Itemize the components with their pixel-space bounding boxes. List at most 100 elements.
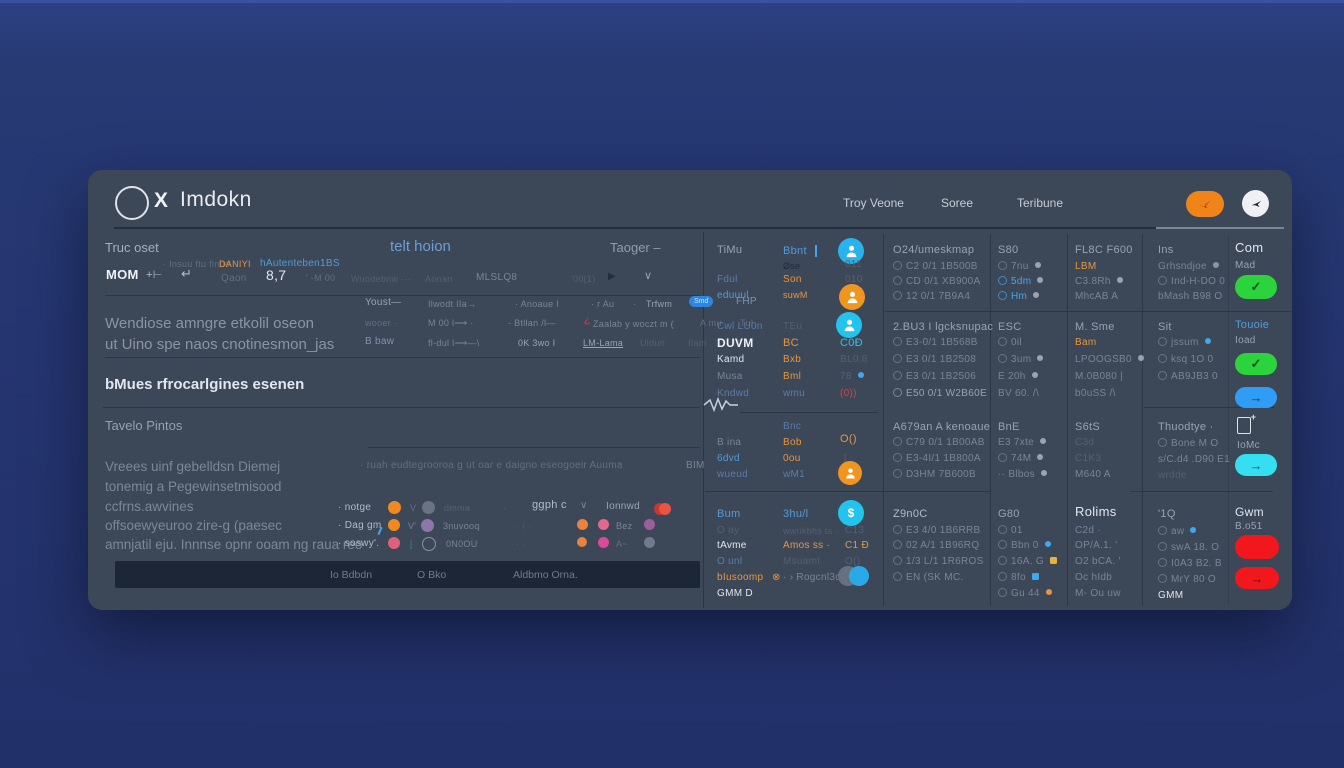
cell-text: 3hu/l (783, 508, 808, 520)
cell-text: AB9JB3 0 (1158, 371, 1218, 383)
group3-cyan-action-button[interactable]: → (1235, 454, 1277, 476)
cell-text: MrY 80 O (1158, 574, 1216, 586)
cell-text: EN (SK MC. (893, 572, 963, 584)
cell-text: Kamd (717, 354, 744, 366)
cell-text: M. Sme (1075, 321, 1115, 333)
cell-text: Sit (1158, 321, 1172, 333)
dollar-icon: $ (838, 500, 864, 526)
cell-text: Gu 44 (998, 588, 1052, 600)
cell-text: 3um (998, 354, 1043, 366)
cell-text: C3.8Rh (1075, 276, 1123, 288)
cell-text: ksq 1O 0 (1158, 354, 1213, 366)
cell-text: C13 (845, 525, 864, 537)
cell-text: Musa (717, 371, 743, 383)
cell-text: Gwm (1235, 506, 1264, 518)
cell-text: Ind-H-DO 0 (1158, 276, 1225, 288)
cell-text: Hm (998, 291, 1039, 303)
cell-text: Son (783, 274, 802, 286)
cell-text: B.o51 (1235, 521, 1263, 533)
group2-blue-action-button[interactable]: → (1235, 387, 1277, 408)
cell-text: TiMu (717, 244, 742, 256)
cell-text: suwM (783, 289, 808, 301)
cell-text: Rolims (1075, 506, 1117, 518)
cell-text: MhcAB A (1075, 291, 1118, 303)
cell-text: bIusoomp (717, 572, 763, 584)
cell-text: 16A. G (998, 556, 1057, 568)
cell-text: Bml (783, 371, 801, 383)
cell-text: C2 0/1 1B500B (893, 261, 978, 273)
cell-text: O() (840, 433, 857, 445)
cell-text: E3-4I/1 1B800A (893, 453, 981, 465)
cell-text: swA 18. O (1158, 542, 1219, 554)
cell-text: Kndwd (717, 388, 749, 400)
add-note-icon[interactable]: + (1237, 417, 1251, 434)
cell-text: '1Q (1158, 508, 1176, 520)
cell-text: E3 0/1 1B2508 (893, 354, 976, 366)
cell-text: 1/3 L/1 1R6ROS (893, 556, 984, 568)
cell-text: Bone M O (1158, 438, 1218, 450)
cell-text: Ins (1158, 244, 1174, 256)
cell-text: CD 0/1 XB900A (893, 276, 981, 288)
cell-text: IoMc (1237, 440, 1260, 452)
cell-text: C1 Ð (845, 540, 869, 552)
cell-text: LBM (1075, 261, 1096, 273)
cell-text: 7nu (998, 261, 1041, 273)
cell-text: Msuamt (783, 556, 820, 568)
cell-text: E 20h (998, 371, 1038, 383)
cell-text: wwnkbhs ts · (783, 525, 839, 537)
cursor-icon (815, 245, 817, 257)
cell-text: C0Ð (840, 337, 863, 349)
cell-text: S6tS (1075, 421, 1100, 433)
cell-text: bMash B98 O (1158, 291, 1222, 303)
cell-text: Bbnt (783, 245, 807, 257)
cell-text: Bbn 0 (998, 540, 1051, 552)
cell-text: C3d (1075, 437, 1094, 449)
cell-text: 8fo (998, 572, 1039, 584)
cell-text: E3 7xte (998, 437, 1046, 449)
cell-text: TEu (783, 321, 802, 333)
cell-text: Z9n0C (893, 508, 928, 520)
cell-text: BL0.8 (840, 354, 868, 366)
cell-text: Bum (717, 508, 741, 520)
cell-text: S80 (998, 244, 1018, 256)
cell-text: Cwl LU0n (717, 321, 763, 333)
cell-text: OP/A.1. ' (1075, 540, 1117, 552)
cell-text: 6dvd (717, 453, 740, 465)
cell-text: jssum (1158, 337, 1211, 349)
cell-text: GMM D (717, 588, 753, 600)
cell-text: tAvme (717, 540, 747, 552)
group1-green-action-button[interactable]: ✓ (1235, 275, 1277, 299)
cell-text: Øse (783, 260, 800, 272)
person-icon (836, 312, 862, 338)
cell-text: Fdul (717, 274, 738, 286)
main-window: X Imdokn Troy Veone Soree Teribune Truc … (88, 170, 1292, 610)
cell-text: Mad (1235, 260, 1255, 272)
cell-text: wrdde (1158, 470, 1187, 482)
group2-green-action-button[interactable]: ✓ (1235, 353, 1277, 375)
cell-text: G80 (998, 508, 1020, 520)
cell-text: 02 A/1 1B96RQ (893, 540, 979, 552)
cell-text: Bnc (783, 421, 801, 433)
cell-text: M- Ou uw (1075, 588, 1121, 600)
cell-text: ESC (998, 321, 1022, 333)
cell-text: E3 0/1 1B2506 (893, 371, 976, 383)
group4-red-action-button-2[interactable]: → (1235, 567, 1279, 589)
cell-text: B ina (717, 437, 741, 449)
cell-text: 12 0/1 7B9A4 (893, 291, 970, 303)
double-icon (838, 566, 869, 586)
cell-text: E50 0/1 W2B60E (893, 388, 987, 400)
cell-text: Com (1235, 242, 1263, 254)
cell-text: (0)) (840, 388, 857, 400)
cell-text: wM1 (783, 469, 805, 481)
cell-text: ⊗ (772, 572, 781, 584)
cell-text: O2 bCA. ' (1075, 556, 1121, 568)
cell-text: Touoie (1235, 319, 1269, 331)
person-icon (838, 461, 862, 485)
cell-text: BV 60. /\ (998, 388, 1039, 400)
cell-text: aw (1158, 526, 1196, 538)
cell-text: BnE (998, 421, 1020, 433)
cell-text: FL8C F600 (1075, 244, 1133, 256)
group4-red-action-button-1[interactable] (1235, 535, 1279, 559)
cell-text: D3HM 7B600B (893, 469, 976, 481)
cell-text: Grhsndjoe (1158, 261, 1219, 273)
